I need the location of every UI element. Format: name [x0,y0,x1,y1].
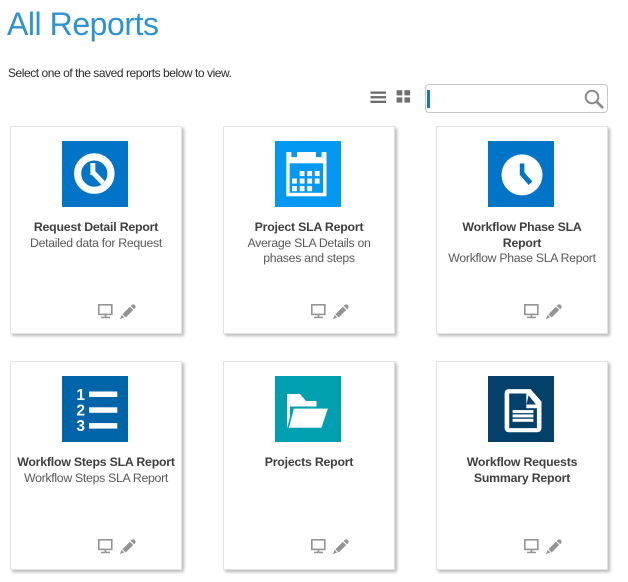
svg-text:3: 3 [76,418,85,435]
svg-text:1: 1 [76,387,85,404]
